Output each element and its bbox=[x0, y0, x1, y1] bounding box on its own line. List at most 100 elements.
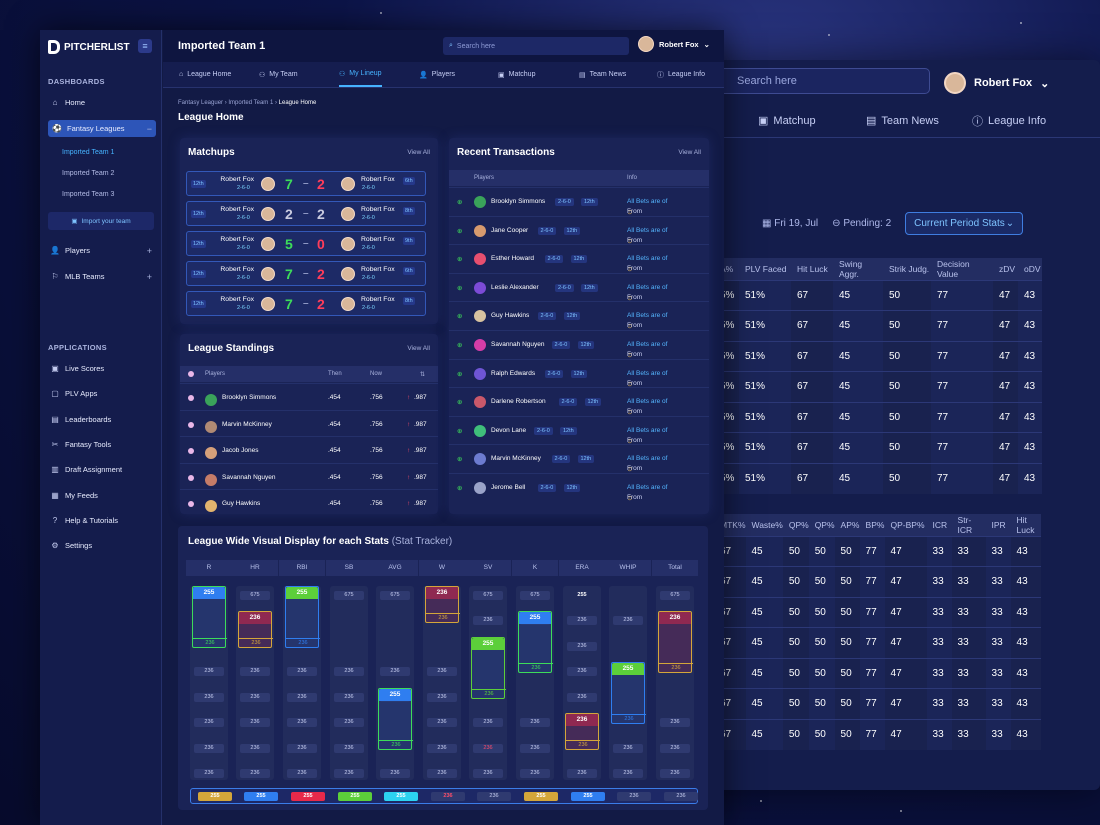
date-filter[interactable]: ▦ Fri 19, Jul bbox=[762, 218, 818, 229]
transaction-row[interactable]: ⊕ Devon Lane 2-6-0 12th ⊙ From All Bets are … bbox=[449, 415, 709, 445]
transaction-row[interactable]: ⊕ Esther Howard 2-6-0 12th ⊙ From All Bets a… bbox=[449, 244, 709, 273]
stat-block[interactable]: 236 236 bbox=[658, 611, 693, 673]
table-row[interactable]: Brooklyn Simmons .454 .756 ↑ .987 bbox=[180, 383, 438, 410]
transaction-row[interactable]: ⊕ Jane Cooper 2-6-0 12th ⊙ From All Bets are… bbox=[449, 215, 709, 245]
stat-column[interactable]: 236 236 236 236 236 236 236 bbox=[423, 586, 461, 780]
tab-team-news[interactable]: ▤ Team News bbox=[579, 62, 626, 87]
transaction-row[interactable]: ⊕ Leslie Alexander 2-6-0 12th ⊙ From All Bet… bbox=[449, 272, 709, 302]
standings-view-all[interactable]: View All bbox=[407, 345, 430, 352]
matchup-row[interactable]: 12th Robert Fox 2-6-0 2–2 Robert Fox 2-6-0 8th bbox=[186, 201, 426, 226]
stat-column[interactable]: 675 236 236 236 236 236 bbox=[330, 586, 368, 780]
back-tab-matchup[interactable]: ▣ Matchup bbox=[758, 114, 816, 128]
stat-column[interactable]: 675236236236236255236 bbox=[469, 586, 507, 780]
sidebar-item-draft[interactable]: ▥ Draft Assignment bbox=[48, 461, 156, 478]
sidebar-item-fantasy-leagues[interactable]: ⚽ Fantasy Leagues − bbox=[48, 120, 156, 137]
info-link[interactable]: All Bets are of bbox=[627, 455, 667, 462]
sidebar-item-fantasy-tools[interactable]: ✂ Fantasy Tools bbox=[48, 436, 156, 453]
info-link[interactable]: All Bets are of bbox=[627, 398, 667, 405]
info-link[interactable]: All Bets are of bbox=[627, 370, 667, 377]
brand-logo[interactable]: PITCHERLIST bbox=[48, 40, 130, 54]
table-row[interactable]: Jacob Jones .454 .756 ↑ .987 bbox=[180, 436, 438, 463]
info-link[interactable]: All Bets are of bbox=[627, 312, 667, 319]
pending-filter[interactable]: ⊖ Pending: 2 bbox=[832, 218, 891, 229]
tab-my-team[interactable]: ⚇ My Team bbox=[259, 62, 298, 87]
sidebar-item-live-scores[interactable]: ▣ Live Scores bbox=[48, 360, 156, 377]
sidebar-sub-team-2[interactable]: Imported Team 2 bbox=[62, 170, 114, 177]
transaction-row[interactable]: ⊕ Ralph Edwards 2-6-0 12th ⊙ From All Bets a… bbox=[449, 358, 709, 388]
stat-block[interactable]: 255 236 bbox=[611, 662, 646, 724]
sidebar-sub-team-3[interactable]: Imported Team 3 bbox=[62, 191, 114, 198]
matchups-view-all[interactable]: View All bbox=[407, 149, 430, 156]
back-user-menu[interactable]: Robert Fox ⌄ bbox=[944, 68, 1049, 98]
score-away: 2 bbox=[317, 206, 325, 222]
transaction-row[interactable]: ⊕ Darlene Robertson 2-6-0 12th ⊙ From All Be… bbox=[449, 387, 709, 416]
sidebar-item-players[interactable]: 👤 Players + bbox=[48, 242, 156, 259]
sidebar-item-plv-apps[interactable]: ▢ PLV Apps bbox=[48, 385, 156, 402]
plus-icon[interactable]: + bbox=[147, 272, 152, 282]
transaction-row[interactable]: ⊕ Guy Hawkins 2-6-0 12th ⊙ From All Bets are… bbox=[449, 301, 709, 330]
table-row[interactable]: Marvin McKinney .454 .756 ↑ .987 bbox=[180, 409, 438, 437]
stat-column[interactable]: 236 236 236 236 236 255 236 bbox=[190, 586, 228, 780]
stat-block[interactable]: 236 236 bbox=[425, 586, 460, 623]
tab-matchup[interactable]: ▣ Matchup bbox=[498, 62, 535, 87]
info-link[interactable]: All Bets are of bbox=[627, 198, 667, 205]
transaction-row[interactable]: ⊕ Jerome Bell 2-6-0 12th ⊙ From All Bets are… bbox=[449, 473, 709, 502]
sidebar-item-leaderboards[interactable]: ▤ Leaderboards bbox=[48, 411, 156, 428]
info-link[interactable]: All Bets are of bbox=[627, 284, 667, 291]
info-link[interactable]: All Bets are of bbox=[627, 255, 667, 262]
avatar bbox=[474, 453, 486, 466]
stat-block[interactable]: 255 236 bbox=[285, 586, 320, 648]
crumb-1[interactable]: Fantasy Leaguer bbox=[178, 100, 223, 106]
stat-column[interactable]: 236 236 236 236 236 255 236 236 bbox=[563, 586, 601, 780]
stat-column[interactable]: 236 236 236 255 236 bbox=[609, 586, 647, 780]
sidebar-item-help[interactable]: ? Help & Tutorials bbox=[48, 512, 156, 529]
info-link[interactable]: All Bets are of bbox=[627, 341, 667, 348]
collapse-icon[interactable]: − bbox=[147, 124, 152, 134]
transaction-row[interactable]: ⊕ Brooklyn Simmons 2-6-0 12th ⊙ From All Bet… bbox=[449, 187, 709, 216]
stat-block[interactable]: 255 236 bbox=[192, 586, 227, 648]
sidebar-sub-team-1[interactable]: Imported Team 1 bbox=[62, 149, 114, 156]
sidebar-item-feeds[interactable]: ▦ My Feeds bbox=[48, 487, 156, 504]
plus-icon[interactable]: + bbox=[147, 246, 152, 256]
stat-column[interactable]: 236 236 236 236 236 255 236 bbox=[283, 586, 321, 780]
stat-column[interactable]: 675236236236255236 bbox=[376, 586, 414, 780]
stat-block[interactable]: 236 236 bbox=[565, 713, 600, 750]
table-row[interactable]: Savannah Nguyen .454 .756 ↑ .987 bbox=[180, 462, 438, 490]
info-link[interactable]: All Bets are of bbox=[627, 227, 667, 234]
search-input[interactable]: ⌕ Search here bbox=[443, 37, 629, 55]
sidebar-item-settings[interactable]: ⚙ Settings bbox=[48, 537, 156, 554]
stat-column[interactable]: 675236236236236255236 bbox=[516, 586, 554, 780]
transactions-view-all[interactable]: View All bbox=[678, 149, 701, 156]
stat-block[interactable]: 255 236 bbox=[471, 637, 506, 699]
period-select[interactable]: Current Period Stats ⌄ bbox=[905, 212, 1024, 235]
menu-toggle-icon[interactable]: ≡ bbox=[138, 39, 152, 53]
stat-block[interactable]: 236 236 bbox=[238, 611, 273, 648]
stat-block[interactable]: 255 236 bbox=[518, 611, 553, 673]
tab-league-info[interactable]: ⓘ League Info bbox=[657, 62, 705, 87]
info-link[interactable]: All Bets are of bbox=[627, 427, 667, 434]
user-menu[interactable]: Robert Fox ⌄ bbox=[638, 36, 710, 52]
matchup-row[interactable]: 12th Robert Fox 2-6-0 5–0 Robert Fox 2-6-0 9th bbox=[186, 231, 426, 256]
sort-icon[interactable]: ⇅ bbox=[420, 371, 425, 378]
back-tab-team-news[interactable]: ▤ Team News bbox=[866, 114, 939, 128]
sidebar-item-home[interactable]: ⌂ Home bbox=[48, 94, 156, 111]
matchup-row[interactable]: 12th Robert Fox 2-6-0 7–2 Robert Fox 2-6-0 6th bbox=[186, 261, 426, 286]
stat-column[interactable]: 675 236 236 236 236 236 236 236 bbox=[236, 586, 274, 780]
matchup-row[interactable]: 12th Robert Fox 2-6-0 7–2 Robert Fox 2-6-0 6th bbox=[186, 171, 426, 196]
info-link[interactable]: All Bets are of bbox=[627, 484, 667, 491]
import-team-button[interactable]: ▣ Import your team bbox=[48, 212, 154, 230]
from-label: From bbox=[627, 436, 643, 444]
stat-column[interactable]: 675 236 236 236 236 236 bbox=[656, 586, 694, 780]
stat-block[interactable]: 255 236 bbox=[378, 688, 413, 750]
tab-players[interactable]: 👤 Players bbox=[419, 62, 455, 87]
table-row[interactable]: Guy Hawkins .454 .756 ↑ .987 bbox=[180, 489, 438, 516]
crumb-2[interactable]: Imported Team 1 bbox=[228, 100, 273, 106]
transaction-row[interactable]: ⊕ Savannah Nguyen 2-6-0 12th ⊙ From All Bets… bbox=[449, 330, 709, 359]
back-tab-league-info[interactable]: ⓘ League Info bbox=[972, 113, 1046, 129]
sidebar-item-mlb-teams[interactable]: ⚐ MLB Teams + bbox=[48, 268, 156, 285]
back-filters: ▦ Fri 19, Jul ⊖ Pending: 2 Current Perio… bbox=[762, 212, 1024, 235]
transaction-row[interactable]: ⊕ Marvin McKinney 2-6-0 12th ⊙ From All Bets… bbox=[449, 444, 709, 473]
tab-my-lineup[interactable]: ⚇ My Lineup bbox=[339, 62, 382, 87]
tab-league-home[interactable]: ⌂ League Home bbox=[179, 62, 231, 87]
matchup-row[interactable]: 12th Robert Fox 2-6-0 7–2 Robert Fox 2-6-0 8th bbox=[186, 291, 426, 316]
